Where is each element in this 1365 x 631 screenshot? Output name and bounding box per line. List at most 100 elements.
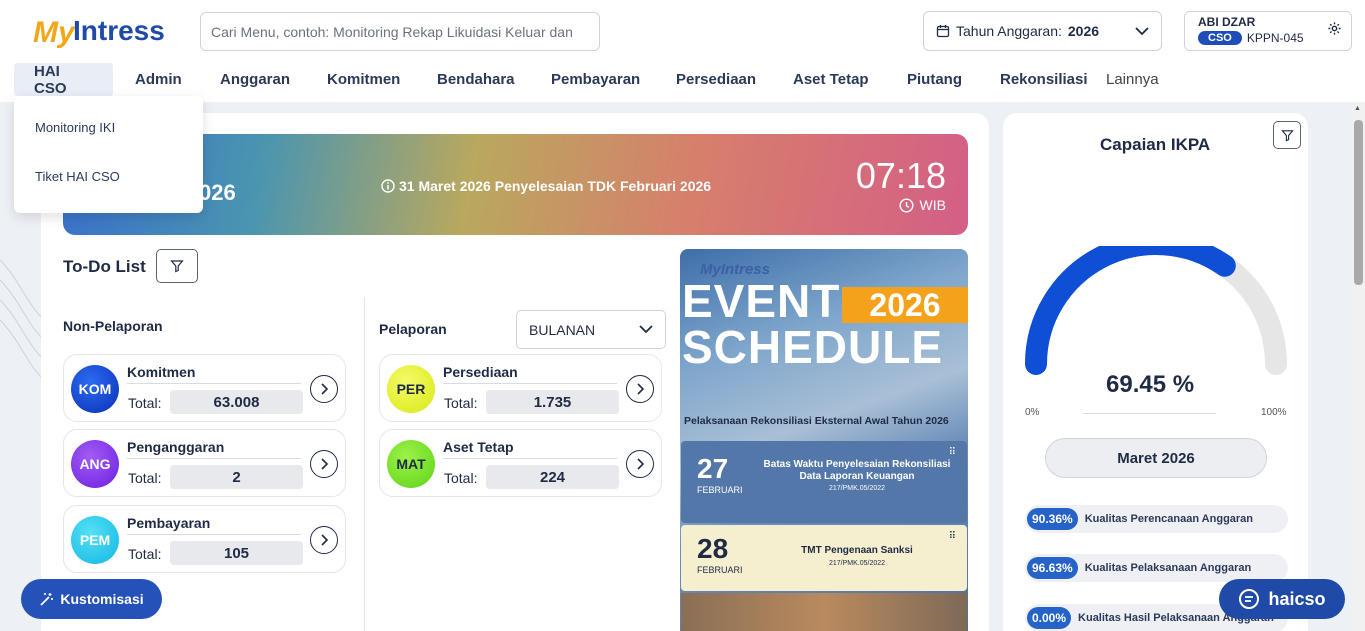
code-badge: MAT <box>387 440 435 488</box>
nav-komitmen[interactable]: Komitmen <box>307 63 420 96</box>
event-ref: 217/PMK.05/2022 <box>828 560 886 567</box>
period-select[interactable]: BULANAN <box>516 310 666 349</box>
total-label: Total: <box>128 395 162 411</box>
magic-wand-icon <box>40 592 54 606</box>
ikpa-filter-button[interactable] <box>1273 121 1301 149</box>
todo-card-pembayaran[interactable]: PEM Pembayaran Total: 105 <box>63 505 346 573</box>
svg-text:My: My <box>33 16 76 49</box>
metric-label: Kualitas Perencanaan Anggaran <box>1084 513 1254 525</box>
user-profile[interactable]: ABI DZAR CSO KPPN-045 <box>1184 11 1352 51</box>
open-button[interactable] <box>310 526 338 554</box>
code-badge: PEM <box>71 516 119 564</box>
todo-card-penganggaran[interactable]: ANG Penganggaran Total: 2 <box>63 429 346 497</box>
user-name: ABI DZAR <box>1198 15 1256 29</box>
search-input[interactable] <box>200 12 600 51</box>
pelaporan-label: Pelaporan <box>379 321 447 337</box>
role-badge: CSO <box>1198 31 1242 45</box>
card-divider <box>127 383 301 384</box>
menu-item-monitoring-iki[interactable]: Monitoring IKI <box>35 120 115 135</box>
gauge-divider <box>1083 413 1216 414</box>
banner-message: 31 Maret 2026 Penyelesaian TDK Februari … <box>381 178 711 194</box>
nav-pembayaran[interactable]: Pembayaran <box>531 63 660 96</box>
metric-percentage: 96.63% <box>1027 557 1078 579</box>
tahun-anggaran-select[interactable]: Tahun Anggaran: 2026 <box>923 11 1162 51</box>
event-text: Batas Waktu Penyelesaian Rekonsiliasi Da… <box>763 459 951 482</box>
dots-decoration-icon: ⠿ <box>948 447 956 458</box>
background-wave-decoration <box>0 259 45 381</box>
tahun-value: 2026 <box>1067 23 1100 39</box>
open-button[interactable] <box>310 450 338 478</box>
total-label: Total: <box>444 470 478 486</box>
card-divider <box>443 383 617 384</box>
nav-lainnya[interactable]: Lainnya <box>1086 63 1179 96</box>
tahun-label: Tahun Anggaran: <box>956 23 1062 39</box>
card-divider <box>127 458 301 459</box>
nav-hai-cso[interactable]: HAI CSO <box>14 63 113 97</box>
banner-timezone: WIB <box>899 197 946 213</box>
hai-cso-dropdown: Monitoring IKI Tiket HAI CSO <box>14 96 203 213</box>
total-value: 63.008 <box>170 390 303 414</box>
filter-icon <box>1280 129 1294 141</box>
office-code: KPPN-045 <box>1246 31 1304 45</box>
todo-filter-button[interactable] <box>156 249 198 283</box>
metric-label: Kualitas Pelaksanaan Anggaran <box>1084 562 1252 574</box>
card-title: Pembayaran <box>127 515 211 531</box>
code-badge: KOM <box>71 365 119 413</box>
todo-card-aset-tetap[interactable]: MAT Aset Tetap Total: 224 <box>379 429 662 497</box>
todo-card-persediaan[interactable]: PER Persediaan Total: 1.735 <box>379 354 662 422</box>
code-badge: PER <box>387 365 435 413</box>
event-day: 28 <box>697 533 729 564</box>
clock-icon <box>899 197 914 213</box>
open-button[interactable] <box>310 375 338 403</box>
kustomisasi-button[interactable]: Kustomisasi <box>21 579 162 619</box>
svg-text:Intress: Intress <box>73 15 165 46</box>
main-nav: HAI CSO Admin Anggaran Komitmen Bendahar… <box>0 63 1365 97</box>
card-title: Komitmen <box>127 364 196 380</box>
gauge-max-label: 100% <box>1261 407 1287 418</box>
open-button[interactable] <box>626 375 654 403</box>
haicso-label: haicso <box>1268 588 1326 609</box>
gauge-fill <box>1025 246 1236 375</box>
metric-percentage: 90.36% <box>1027 508 1078 530</box>
column-divider <box>364 297 365 631</box>
top-header: My Intress Tahun Anggaran: 2026 ABI DZAR… <box>0 0 1365 102</box>
myintress-logo[interactable]: My Intress <box>33 8 178 53</box>
chat-icon <box>1239 589 1260 609</box>
card-divider <box>443 458 617 459</box>
ikpa-month-button[interactable]: Maret 2026 <box>1045 438 1267 478</box>
nav-admin[interactable]: Admin <box>115 63 202 96</box>
timezone-label: WIB <box>919 197 946 213</box>
event-schedule-poster[interactable]: MyIntress EVENT 2026 SCHEDULE Pelaksanaa… <box>680 249 968 631</box>
gear-icon[interactable] <box>1327 21 1342 36</box>
ikpa-value: 69.45 % <box>1106 371 1195 398</box>
nav-persediaan[interactable]: Persediaan <box>656 63 776 96</box>
poster-event-2: 28 FEBRUARI TMT Pengenaan Sanksi 217/PMK… <box>681 525 967 591</box>
chevron-right-icon <box>321 383 329 395</box>
chevron-down-icon <box>1135 26 1149 35</box>
haicso-chat-button[interactable]: haicso <box>1219 579 1345 619</box>
poster-subtitle: Pelaksanaan Rekonsiliasi Eksternal Awal … <box>684 415 949 427</box>
menu-item-tiket-hai-cso[interactable]: Tiket HAI CSO <box>35 169 120 184</box>
total-label: Total: <box>128 546 162 562</box>
scroll-up-arrow-icon[interactable]: ▲ <box>1354 105 1361 112</box>
period-select-value: BULANAN <box>529 321 596 338</box>
card-title: Aset Tetap <box>443 439 514 455</box>
poster-word-event: EVENT <box>682 275 841 327</box>
banner-message-text: 31 Maret 2026 Penyelesaian TDK Februari … <box>399 178 712 194</box>
event-month: FEBRUARI <box>697 485 743 495</box>
chevron-right-icon <box>637 383 645 395</box>
nav-anggaran[interactable]: Anggaran <box>200 63 310 96</box>
open-button[interactable] <box>626 450 654 478</box>
todo-card-komitmen[interactable]: KOM Komitmen Total: 63.008 <box>63 354 346 422</box>
todo-title: To-Do List <box>63 257 146 276</box>
nav-bendahara[interactable]: Bendahara <box>417 63 535 96</box>
nav-piutang[interactable]: Piutang <box>887 63 982 96</box>
scrollbar-thumb[interactable] <box>1354 120 1363 285</box>
event-day: 27 <box>697 453 729 484</box>
nav-aset-tetap[interactable]: Aset Tetap <box>773 63 889 96</box>
dots-decoration-icon: ⠿ <box>948 531 956 542</box>
poster-event-3-partial <box>681 593 967 631</box>
filter-icon <box>170 260 184 273</box>
chevron-right-icon <box>321 534 329 546</box>
ikpa-metric-pelaksanaan: 96.63% Kualitas Pelaksanaan Anggaran <box>1025 554 1288 582</box>
